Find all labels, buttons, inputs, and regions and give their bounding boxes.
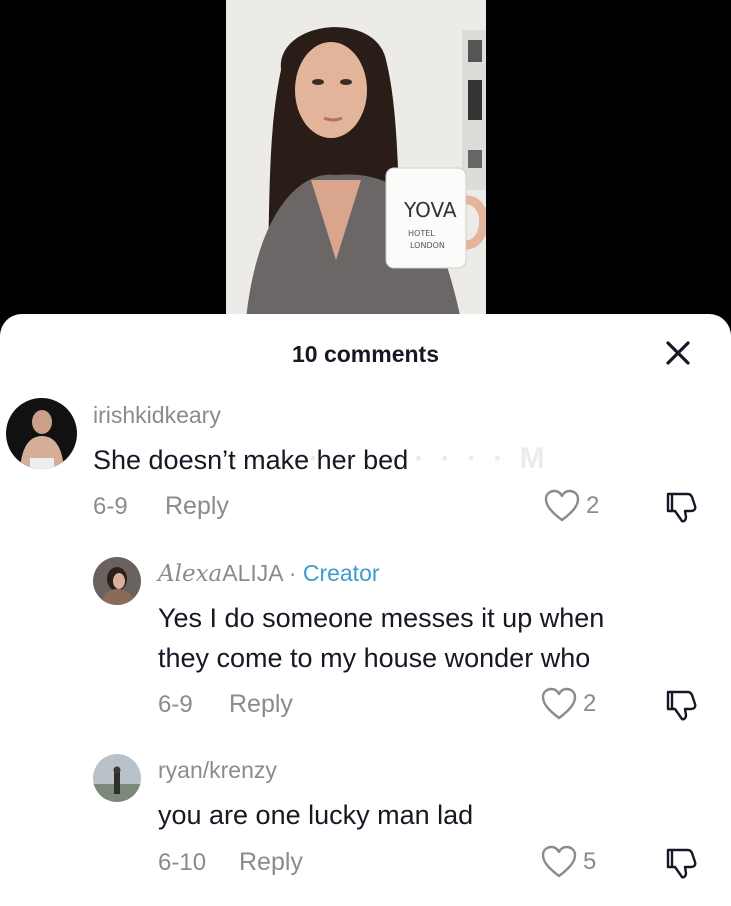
comment-text: She doesn’t make her bed xyxy=(93,445,409,475)
comment-username[interactable]: AlexaALIJA · Creator xyxy=(158,560,380,587)
comments-count-title: 10 comments xyxy=(291,341,439,367)
comment-date: 6-9 xyxy=(158,691,193,718)
reply-button[interactable]: Reply xyxy=(229,690,293,719)
mug-brand: YOVA xyxy=(403,198,457,222)
username-rest: ALIJA xyxy=(222,560,283,586)
username-script-part: Alexa xyxy=(158,561,223,587)
close-icon[interactable] xyxy=(663,338,693,368)
like-count: 2 xyxy=(586,492,600,519)
avatar[interactable] xyxy=(6,398,77,469)
heart-icon xyxy=(541,845,577,878)
mug-line1: HOTEL xyxy=(408,229,435,238)
like-button[interactable]: 2 xyxy=(541,687,596,721)
comment-text: you are one lucky man lad xyxy=(158,800,474,830)
avatar[interactable] xyxy=(93,754,141,802)
like-button[interactable]: 5 xyxy=(541,845,596,879)
heart-icon xyxy=(544,489,580,522)
like-button[interactable]: 2 xyxy=(544,489,599,523)
comment-username[interactable]: ryan/krenzy xyxy=(158,757,277,784)
reply-button[interactable]: Reply xyxy=(165,492,229,521)
separator-dot: · xyxy=(288,560,297,586)
like-count: 2 xyxy=(583,690,597,717)
comments-sheet: 10 comments irishkidkeary · · · · · · · … xyxy=(0,314,731,906)
comment-date: 6-10 xyxy=(158,849,207,876)
video-frame-image: YOVA HOTEL LONDON xyxy=(226,0,486,320)
dislike-icon[interactable] xyxy=(664,688,698,727)
video-area[interactable]: YOVA HOTEL LONDON xyxy=(0,0,731,330)
comment-text-line2: they come to my house wonder who xyxy=(158,643,591,673)
reply-button[interactable]: Reply xyxy=(239,848,303,877)
comment-date: 6-9 xyxy=(93,493,128,520)
comment-text-line1: Yes I do someone messes it up when xyxy=(158,603,605,633)
comment-username[interactable]: irishkidkeary xyxy=(93,402,221,429)
creator-badge: Creator xyxy=(302,560,380,586)
avatar[interactable] xyxy=(93,557,141,605)
dislike-icon[interactable] xyxy=(664,846,698,885)
dislike-icon[interactable] xyxy=(664,490,698,529)
mug-line2: LONDON xyxy=(410,241,445,250)
video-player[interactable]: YOVA HOTEL LONDON xyxy=(226,0,486,320)
like-count: 5 xyxy=(583,848,597,875)
heart-icon xyxy=(541,687,577,720)
